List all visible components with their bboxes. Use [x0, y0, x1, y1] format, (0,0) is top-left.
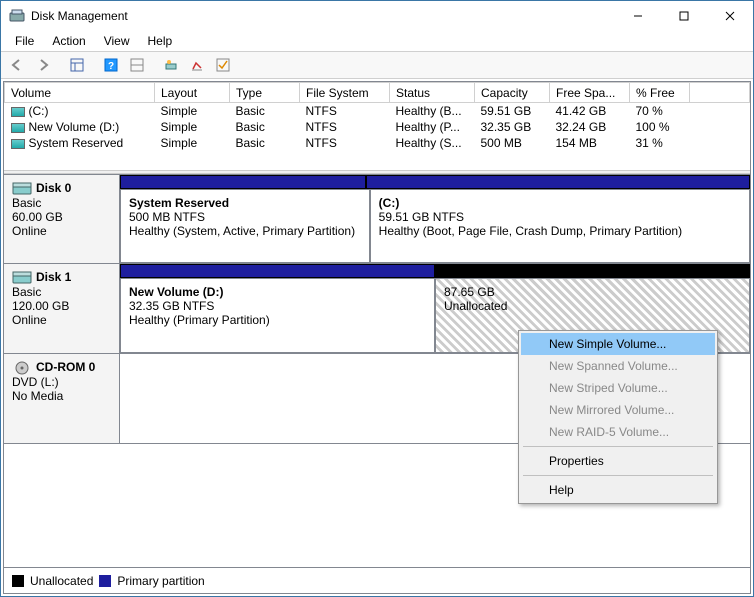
menu-new-simple-volume[interactable]: New Simple Volume... [521, 333, 715, 355]
checkbox-button[interactable] [211, 54, 235, 76]
legend-unallocated-label: Unallocated [30, 574, 93, 588]
partition[interactable]: (C:)59.51 GB NTFSHealthy (Boot, Page Fil… [370, 189, 750, 263]
legend-primary-label: Primary partition [117, 574, 204, 588]
menu-new-striped-volume: New Striped Volume... [521, 377, 715, 399]
toolbar: ? [1, 51, 753, 79]
col-capacity[interactable]: Capacity [475, 83, 550, 103]
volume-icon [11, 139, 25, 149]
view-list-button[interactable] [185, 54, 209, 76]
views-button[interactable] [65, 54, 89, 76]
disk-management-window: Disk Management File Action View Help ? … [0, 0, 754, 597]
partition[interactable]: System Reserved500 MB NTFSHealthy (Syste… [120, 189, 370, 263]
disk-info[interactable]: Disk 0 Basic60.00 GBOnline [4, 175, 120, 263]
menubar: File Action View Help [1, 31, 753, 51]
legend: Unallocated Primary partition [4, 567, 750, 593]
disk-icon [12, 271, 32, 285]
disk-icon [12, 182, 32, 196]
menu-new-mirrored-volume: New Mirrored Volume... [521, 399, 715, 421]
column-headers[interactable]: Volume Layout Type File System Status Ca… [5, 83, 750, 103]
minimize-button[interactable] [615, 1, 661, 31]
disk-info[interactable]: CD-ROM 0 DVD (L:)No Media [4, 354, 120, 443]
menu-help[interactable]: Help [140, 32, 181, 50]
legend-primary-swatch [99, 575, 111, 587]
close-button[interactable] [707, 1, 753, 31]
forward-button[interactable] [31, 54, 55, 76]
back-button[interactable] [5, 54, 29, 76]
help-button[interactable]: ? [99, 54, 123, 76]
menu-new-raid5-volume: New RAID-5 Volume... [521, 421, 715, 443]
maximize-button[interactable] [661, 1, 707, 31]
menu-file[interactable]: File [7, 32, 42, 50]
context-menu[interactable]: New Simple Volume... New Spanned Volume.… [518, 330, 718, 504]
volume-icon [11, 123, 25, 133]
col-fs[interactable]: File System [300, 83, 390, 103]
col-status[interactable]: Status [390, 83, 475, 103]
disk-info[interactable]: Disk 1 Basic120.00 GBOnline [4, 264, 120, 353]
disk-icon [12, 361, 32, 375]
titlebar[interactable]: Disk Management [1, 1, 753, 31]
menu-help[interactable]: Help [521, 479, 715, 501]
legend-unallocated-swatch [12, 575, 24, 587]
col-volume[interactable]: Volume [5, 83, 155, 103]
col-layout[interactable]: Layout [155, 83, 230, 103]
menu-properties[interactable]: Properties [521, 450, 715, 472]
settings-button[interactable] [125, 54, 149, 76]
col-pct[interactable]: % Free [630, 83, 690, 103]
partition[interactable]: New Volume (D:)32.35 GB NTFSHealthy (Pri… [120, 278, 435, 353]
disk-row: Disk 0 Basic60.00 GBOnline System Reserv… [4, 174, 750, 264]
menu-action[interactable]: Action [44, 32, 93, 50]
table-row[interactable]: New Volume (D:)SimpleBasicNTFSHealthy (P… [5, 119, 750, 135]
col-free[interactable]: Free Spa... [550, 83, 630, 103]
app-icon [9, 8, 25, 24]
window-title: Disk Management [31, 9, 615, 23]
menu-new-spanned-volume: New Spanned Volume... [521, 355, 715, 377]
col-type[interactable]: Type [230, 83, 300, 103]
volume-icon [11, 107, 25, 117]
view-top-button[interactable] [159, 54, 183, 76]
table-row[interactable]: (C:)SimpleBasicNTFSHealthy (B...59.51 GB… [5, 103, 750, 120]
menu-view[interactable]: View [96, 32, 138, 50]
table-row[interactable]: System ReservedSimpleBasicNTFSHealthy (S… [5, 135, 750, 151]
volume-list[interactable]: Volume Layout Type File System Status Ca… [4, 82, 750, 170]
svg-text:?: ? [108, 61, 114, 72]
